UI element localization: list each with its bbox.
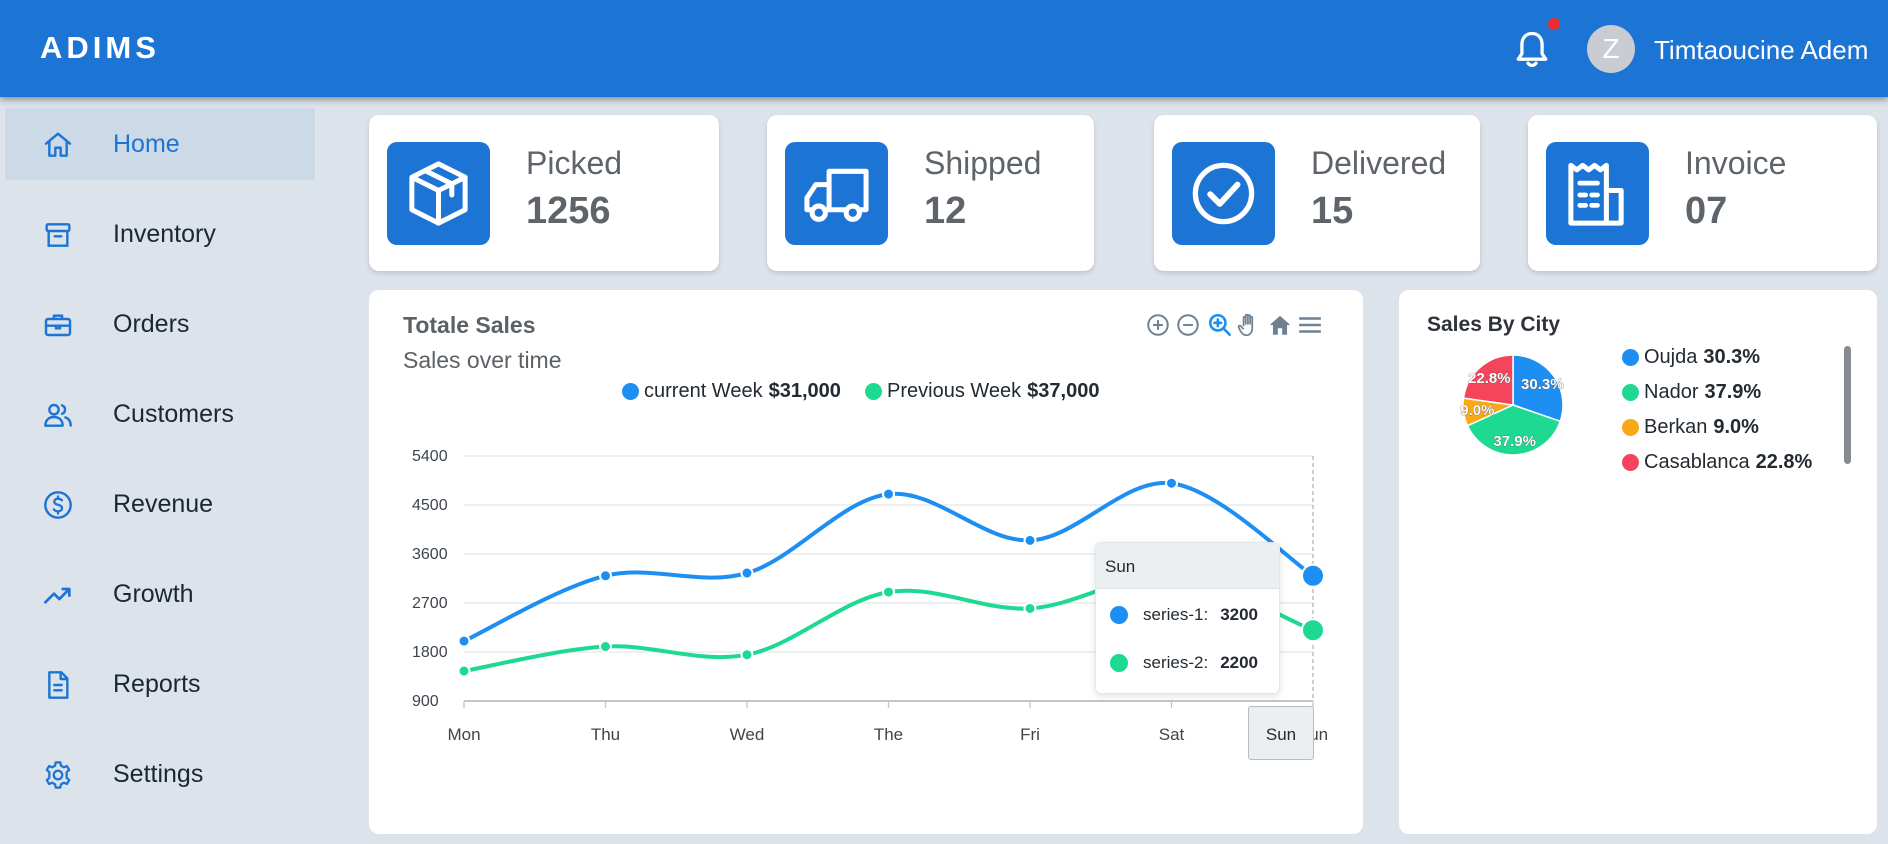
legend-label: Berkan [1644,416,1708,438]
tooltip-value: 3200 [1220,605,1259,624]
data-point[interactable] [1301,563,1325,588]
data-point[interactable] [599,569,612,583]
data-point[interactable] [740,648,754,662]
legend-scrollbar[interactable] [1844,346,1851,464]
x-tick-label: Thu [591,725,620,744]
data-point[interactable] [740,566,754,580]
legend-pct: 37.9% [1704,381,1762,403]
x-tick-label: Sat [1159,725,1185,744]
legend-marker [1622,419,1639,436]
tooltip-row-series-1: series-1: 3200 [1110,605,1258,625]
tooltip-series: series-2: [1143,653,1209,672]
legend-marker [1622,384,1639,401]
legend-pct: 22.8% [1755,451,1813,473]
data-point[interactable] [1165,476,1178,490]
legend-label: Oujda [1644,346,1698,368]
x-tick-label: Wed [730,725,765,744]
data-point[interactable] [457,664,471,678]
city-legend-nador[interactable]: Nador 37.9% [1622,381,1761,404]
data-point[interactable] [599,640,612,654]
legend-label: Nador [1644,381,1699,403]
tooltip-series: series-1: [1143,605,1209,624]
x-tick-label: The [874,725,903,744]
y-tick-label: 5400 [412,448,448,465]
y-tick-label: 2700 [412,595,448,612]
legend-marker [1622,454,1639,471]
tooltip-value: 2200 [1220,653,1259,672]
city-legend-oujda[interactable]: Oujda 30.3% [1622,346,1760,369]
pie-data-label: 22.8% [1468,370,1511,387]
data-point[interactable] [1023,601,1037,615]
y-tick-label: 3600 [412,546,448,563]
data-point[interactable] [457,634,471,648]
legend-pct: 30.3% [1703,346,1761,368]
pie-data-label: 9.0% [1460,402,1494,419]
legend-marker [1622,349,1639,366]
tooltip-title: Sun [1096,543,1279,589]
legend-pct: 9.0% [1713,416,1759,438]
tooltip-marker [1110,606,1128,624]
city-legend-berkan[interactable]: Berkan 9.0% [1622,416,1759,439]
chart-tooltip: Sun series-1: 3200 series-2: 2200 [1095,542,1280,694]
city-legend-casablanca[interactable]: Casablanca 22.8% [1622,451,1812,474]
y-tick-label: 1800 [412,644,448,661]
data-point[interactable] [882,585,895,599]
x-tick-label: Mon [447,725,480,744]
pie-data-label: 30.3% [1521,376,1564,393]
tooltip-row-series-2: series-2: 2200 [1110,653,1258,673]
x-axis-tooltip: Sun [1248,706,1314,760]
data-point[interactable] [1301,618,1325,643]
sales-by-city-panel: Sales By City 30.3% 37.9% 9.0% 22.8% Oujda … [1399,290,1877,834]
x-tick-label: Fri [1020,725,1040,744]
data-point[interactable] [882,487,895,501]
tooltip-marker [1110,654,1128,672]
data-point[interactable] [1023,533,1037,547]
pie-data-label: 37.9% [1493,433,1536,450]
y-tick-label: 900 [412,693,439,710]
legend-label: Casablanca [1644,451,1750,473]
y-tick-label: 4500 [412,497,448,514]
